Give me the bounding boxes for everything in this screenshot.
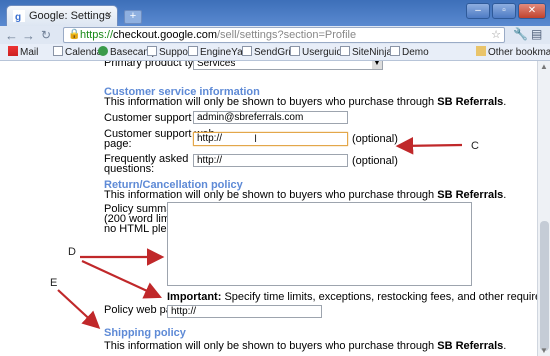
text-cursor-icon: I: [254, 133, 258, 145]
page-icon: [290, 46, 300, 56]
other-bookmarks[interactable]: Other bookmarks: [476, 46, 550, 58]
faq-input[interactable]: http://: [193, 154, 348, 167]
back-arrow-icon[interactable]: ←: [5, 28, 18, 43]
address-url: https://checkout.google.com/sell/setting…: [80, 29, 357, 41]
bookmark-mail[interactable]: Mail: [8, 46, 38, 58]
support-email-input[interactable]: admin@sbreferrals.com: [193, 111, 348, 124]
bookmark-sendgrid[interactable]: SendGrid: [242, 46, 296, 58]
folder-icon: [476, 46, 486, 56]
annotation-label-c: C: [471, 140, 479, 152]
settings-page: Primary product type: ? Services▼ Custom…: [0, 61, 537, 356]
page-icon: [147, 46, 157, 56]
address-bar[interactable]: 🔒 https://checkout.google.com/sell/setti…: [63, 27, 505, 43]
scrollbar-thumb[interactable]: [540, 221, 549, 351]
scroll-up-icon[interactable]: ▲: [540, 62, 548, 71]
bookmark-siteninja[interactable]: SiteNinja: [340, 46, 392, 58]
shipping-policy-title: Shipping policy: [104, 327, 186, 339]
return-policy-note: This information will only be shown to b…: [104, 189, 507, 201]
support-web-label-2: page:: [104, 138, 132, 150]
reload-icon[interactable]: ↻: [41, 28, 51, 42]
tab-close-icon[interactable]: ×: [106, 9, 112, 21]
bookmark-support[interactable]: Support: [147, 46, 194, 58]
policy-web-input[interactable]: http://: [167, 305, 322, 318]
support-web-input[interactable]: http://: [193, 132, 348, 146]
page-menu-icon[interactable]: ▤: [531, 27, 542, 41]
new-tab-button[interactable]: +: [124, 10, 142, 24]
page-scrollbar[interactable]: ▲ ▼: [537, 61, 550, 356]
page-icon: [340, 46, 350, 56]
tab-title: Google: Settings: [29, 10, 111, 22]
annotation-label-e: E: [50, 277, 58, 289]
tab-strip: g Google: Settings × + – ▫ ✕: [0, 0, 550, 26]
primary-product-select[interactable]: Services ▼: [193, 61, 383, 70]
wrench-icon[interactable]: 🔧: [513, 27, 528, 41]
faq-label-2: questions:: [104, 163, 155, 175]
browser-tab[interactable]: g Google: Settings ×: [6, 5, 118, 26]
page-icon: [390, 46, 400, 56]
browser-toolbar: ← → ↻ 🔒 https://checkout.google.com/sell…: [0, 26, 550, 45]
svg-text:g: g: [15, 12, 21, 22]
basecamp-icon: [98, 46, 108, 56]
policy-summary-textarea[interactable]: [167, 202, 472, 286]
page-icon: [188, 46, 198, 56]
lock-icon: 🔒: [68, 29, 81, 40]
shipping-policy-note: This information will only be shown to b…: [104, 340, 507, 352]
support-web-optional: (optional): [352, 133, 398, 145]
chevron-down-icon: ▼: [372, 61, 382, 69]
faq-optional: (optional): [352, 155, 398, 167]
page-icon: [53, 46, 63, 56]
page-icon: [242, 46, 252, 56]
google-favicon-icon: g: [13, 10, 25, 22]
bookmark-demo[interactable]: Demo: [390, 46, 429, 58]
forward-arrow-icon[interactable]: →: [22, 28, 35, 43]
annotation-label-d: D: [68, 246, 76, 258]
minimize-button[interactable]: –: [466, 3, 490, 19]
bookmarks-bar: Mail Calendar Basecamp Support EngineYar…: [0, 44, 550, 61]
close-window-button[interactable]: ✕: [518, 3, 546, 19]
maximize-button[interactable]: ▫: [492, 3, 516, 19]
gmail-icon: [8, 46, 18, 56]
bookmark-star-icon[interactable]: ☆: [491, 28, 501, 41]
important-note: Important: Specify time limits, exceptio…: [167, 291, 537, 303]
bookmark-userguide[interactable]: Userguide: [290, 46, 348, 58]
customer-service-note: This information will only be shown to b…: [104, 96, 507, 108]
scroll-down-icon[interactable]: ▼: [540, 346, 548, 355]
